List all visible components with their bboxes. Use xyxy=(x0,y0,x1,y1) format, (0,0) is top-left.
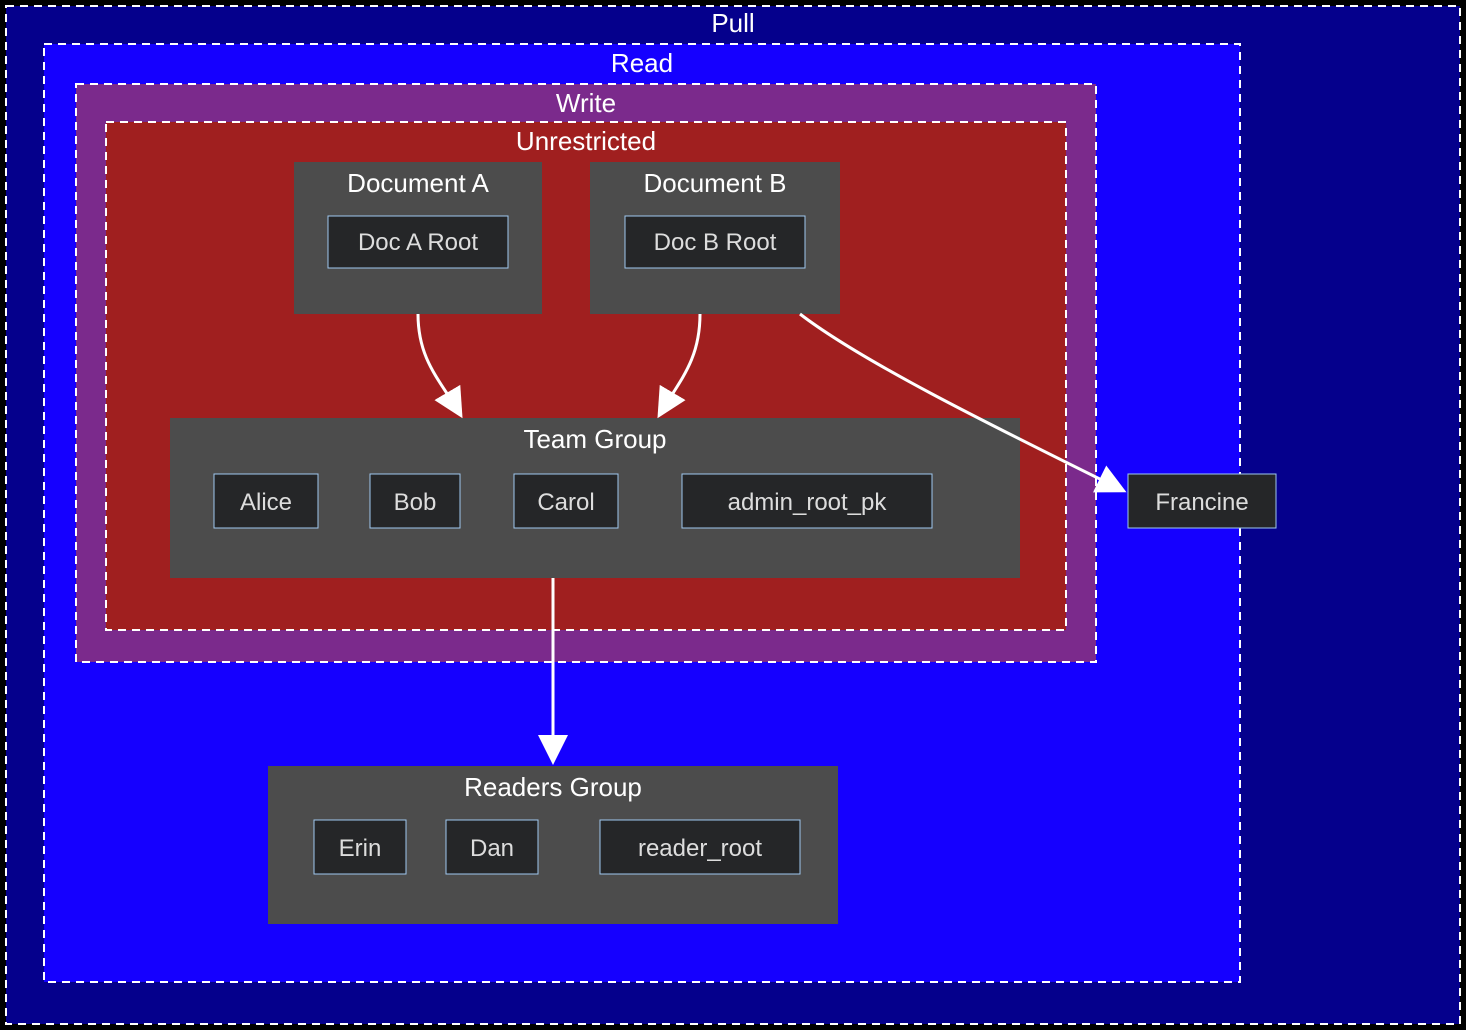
team-group-title: Team Group xyxy=(523,424,666,454)
reader-erin: Erin xyxy=(339,835,382,862)
document-a-root: Doc A Root xyxy=(358,229,478,256)
external-francine-label: Francine xyxy=(1155,489,1248,516)
document-b: Document B Doc B Root xyxy=(590,162,840,314)
team-group: Team Group Alice Bob Carol admin_root_pk xyxy=(170,418,1020,578)
team-member-bob: Bob xyxy=(394,489,437,516)
reader-root: reader_root xyxy=(638,835,762,862)
document-b-root: Doc B Root xyxy=(654,229,777,256)
team-member-alice: Alice xyxy=(240,489,292,516)
external-francine: Francine xyxy=(1128,474,1276,528)
readers-group-title: Readers Group xyxy=(464,772,642,802)
document-a-title: Document A xyxy=(347,168,489,198)
reader-dan: Dan xyxy=(470,835,514,862)
level-read-label: Read xyxy=(611,48,673,78)
team-member-admin-root: admin_root_pk xyxy=(728,489,888,516)
readers-group: Readers Group Erin Dan reader_root xyxy=(268,766,838,924)
team-member-carol: Carol xyxy=(537,489,594,516)
level-write-label: Write xyxy=(556,88,616,118)
level-unrestricted-label: Unrestricted xyxy=(516,126,656,156)
document-a: Document A Doc A Root xyxy=(294,162,542,314)
level-pull-label: Pull xyxy=(711,8,754,38)
document-b-title: Document B xyxy=(643,168,786,198)
